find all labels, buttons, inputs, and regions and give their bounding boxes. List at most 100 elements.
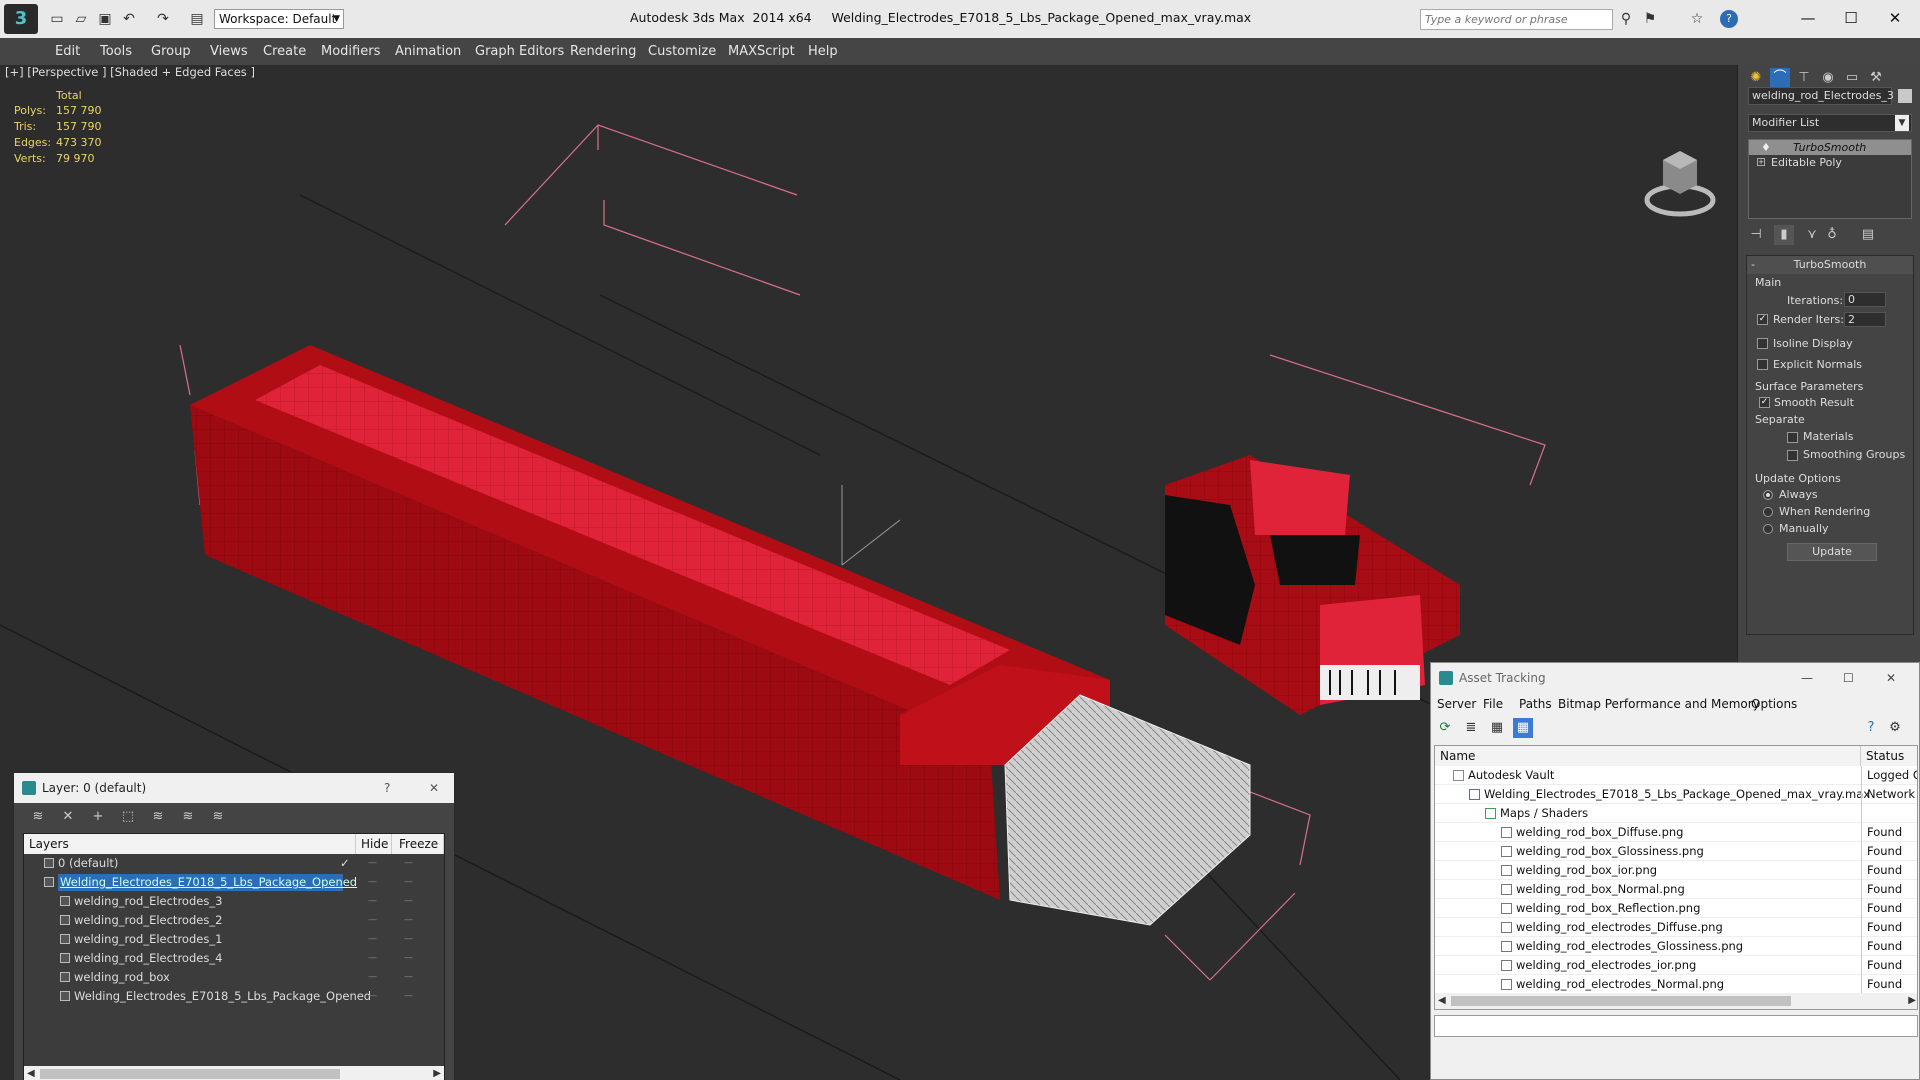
column-freeze[interactable]: Freeze [392, 834, 444, 854]
explicit-normals-checkbox[interactable] [1757, 359, 1768, 370]
modifier-list-dropdown[interactable]: Modifier List ▼ [1748, 114, 1912, 132]
menu-animation[interactable]: Animation [395, 44, 461, 59]
update-button[interactable]: Update [1787, 543, 1877, 561]
delete-layer-icon[interactable]: ✕ [58, 807, 78, 827]
search-input[interactable] [1421, 10, 1611, 29]
hide-toggle[interactable]: — [368, 892, 377, 911]
select-objects-icon[interactable]: ⬚ [118, 807, 138, 827]
column-layers[interactable]: Layers [24, 834, 356, 854]
freeze-toggle[interactable]: — [404, 930, 413, 949]
freeze-toggle[interactable]: — [404, 968, 413, 987]
asset-row[interactable]: welding_rod_box_Glossiness.png Found [1435, 842, 1917, 861]
hide-toggle[interactable]: — [368, 911, 377, 930]
menu-help[interactable]: Help [808, 44, 838, 59]
communication-center-icon[interactable]: ⚑ [1641, 10, 1659, 28]
scroll-right-icon[interactable]: ▶ [433, 1066, 441, 1080]
scroll-right-icon[interactable]: ▶ [1908, 993, 1916, 1009]
binoculars-icon[interactable]: ⚲ [1617, 10, 1635, 28]
display-tab-icon[interactable]: ▭ [1842, 68, 1862, 88]
lightbulb-icon[interactable]: ♦ [1761, 140, 1771, 155]
close-icon[interactable]: ✕ [429, 773, 439, 803]
redo-icon[interactable]: ↷ [154, 10, 172, 28]
menu-paths[interactable]: Paths [1519, 693, 1552, 715]
menu-graph-editors[interactable]: Graph Editors [475, 44, 564, 59]
show-end-result-icon[interactable]: ▮ [1774, 225, 1794, 245]
add-to-layer-icon[interactable]: + [88, 807, 108, 827]
search-box[interactable] [1420, 9, 1613, 30]
app-logo-icon[interactable]: 3 [4, 4, 38, 34]
scroll-thumb[interactable] [40, 1069, 340, 1079]
stack-item-turbosmooth[interactable]: ♦ TurboSmooth [1749, 140, 1911, 155]
layer-row[interactable]: welding_rod_Electrodes_4 — — [24, 949, 444, 968]
asset-row[interactable]: Welding_Electrodes_E7018_5_Lbs_Package_O… [1435, 785, 1917, 804]
favorites-star-icon[interactable]: ☆ [1688, 10, 1706, 28]
asset-row[interactable]: welding_rod_box_Reflection.png Found [1435, 899, 1917, 918]
active-layer-check-icon[interactable]: ✓ [340, 854, 350, 873]
list-view-icon[interactable]: ≣ [1461, 718, 1481, 738]
modify-tab-icon[interactable]: ⌒ [1770, 68, 1790, 88]
layer-row[interactable]: 0 (default) ✓ — — [24, 854, 444, 873]
menu-tools[interactable]: Tools [100, 44, 132, 59]
pin-stack-icon[interactable]: ⊣ [1746, 225, 1766, 245]
render-iters-checkbox[interactable]: ✓ [1757, 314, 1768, 325]
hide-toggle[interactable]: — [368, 949, 377, 968]
hide-toggle[interactable]: — [368, 873, 377, 892]
asset-tracking-titlebar[interactable]: Asset Tracking — ☐ ✕ [1431, 663, 1919, 693]
hide-all-icon[interactable]: ≋ [178, 807, 198, 827]
menu-group[interactable]: Group [151, 44, 191, 59]
manually-radio[interactable] [1763, 524, 1773, 534]
viewport-label[interactable]: [+] [Perspective ] [Shaded + Edged Faces… [5, 65, 255, 79]
iterations-spinner[interactable]: 0 [1844, 292, 1886, 307]
layer-row[interactable]: welding_rod_box — — [24, 968, 444, 987]
save-file-icon[interactable]: ▣ [96, 10, 114, 28]
configure-sets-icon[interactable]: ▤ [1858, 225, 1878, 245]
settings-icon[interactable]: ⚙ [1885, 718, 1905, 738]
minimize-button[interactable]: — [1793, 4, 1823, 32]
column-name[interactable]: Name [1435, 746, 1861, 766]
freeze-toggle[interactable]: — [404, 892, 413, 911]
layer-row[interactable]: welding_rod_Electrodes_1 — — [24, 930, 444, 949]
layer-row[interactable]: welding_rod_Electrodes_2 — — [24, 911, 444, 930]
menu-file[interactable]: File [1483, 693, 1503, 715]
menu-create[interactable]: Create [263, 44, 306, 59]
menu-bitmap-performance[interactable]: Bitmap Performance and Memory [1558, 693, 1760, 715]
asset-row[interactable]: welding_rod_box_ior.png Found [1435, 861, 1917, 880]
table-view-icon[interactable]: ▦ [1513, 718, 1533, 738]
maximize-icon[interactable]: ☐ [1843, 663, 1854, 693]
minimize-icon[interactable]: — [1801, 663, 1813, 693]
workspace-dropdown[interactable]: Workspace: Default ▼ [214, 9, 344, 29]
undo-icon[interactable]: ↶ [120, 10, 138, 28]
close-button[interactable]: ✕ [1880, 4, 1910, 32]
asset-row[interactable]: welding_rod_electrodes_Diffuse.png Found [1435, 918, 1917, 937]
freeze-toggle[interactable]: — [404, 987, 413, 1006]
asset-path-field[interactable] [1434, 1015, 1918, 1037]
hide-toggle[interactable]: — [368, 930, 377, 949]
column-hide[interactable]: Hide [356, 834, 392, 854]
when-rendering-radio[interactable] [1763, 507, 1773, 517]
highlight-layer-icon[interactable]: ≋ [148, 807, 168, 827]
menu-customize[interactable]: Customize [648, 44, 716, 59]
new-file-icon[interactable]: ▭ [48, 10, 66, 28]
thumbnail-view-icon[interactable]: ▦ [1487, 718, 1507, 738]
menu-options[interactable]: Options [1751, 693, 1797, 715]
smooth-result-checkbox[interactable]: ✓ [1759, 397, 1770, 408]
layer-dialog-titlebar[interactable]: Layer: 0 (default) ? ✕ [14, 773, 454, 803]
menu-maxscript[interactable]: MAXScript [728, 44, 795, 59]
render-iters-spinner[interactable]: 2 [1844, 312, 1886, 327]
hierarchy-tab-icon[interactable]: ⊤ [1794, 68, 1814, 88]
freeze-toggle[interactable]: — [404, 854, 413, 873]
scroll-thumb[interactable] [1451, 996, 1791, 1006]
scroll-left-icon[interactable]: ◀ [27, 1066, 35, 1080]
freeze-toggle[interactable]: — [404, 911, 413, 930]
object-color-swatch[interactable] [1898, 89, 1912, 103]
column-status[interactable]: Status [1861, 746, 1917, 766]
object-name-field[interactable]: welding_rod_Electrodes_3 [1748, 87, 1894, 105]
make-unique-icon[interactable]: ⋎ [1802, 225, 1822, 245]
hide-toggle[interactable]: — [368, 854, 377, 873]
freeze-toggle[interactable]: — [404, 949, 413, 968]
hide-toggle[interactable]: — [368, 987, 377, 1006]
materials-checkbox[interactable] [1787, 432, 1798, 443]
expand-icon[interactable]: + [1757, 158, 1765, 166]
create-layer-icon[interactable]: ≋ [28, 807, 48, 827]
help-icon[interactable]: ? [1720, 10, 1738, 28]
